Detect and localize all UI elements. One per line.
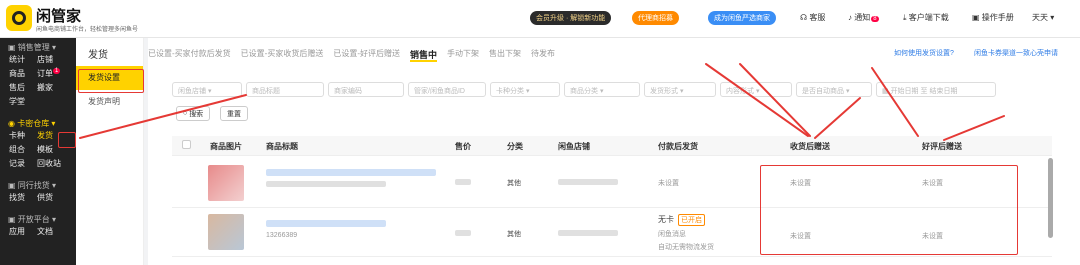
col-category: 分类	[507, 142, 523, 151]
col-title: 商品标题	[266, 142, 298, 151]
tab-pending[interactable]: 待发布	[531, 48, 555, 62]
orders-badge: 1	[53, 68, 61, 74]
filter-bar: 闲鱼店铺 ▾ 商品标题 商家编码 管家/闲鱼商品ID 卡种分类 ▾ 商品分类 ▾…	[172, 82, 996, 97]
sidebar-item-delivery[interactable]: 发货	[37, 130, 53, 140]
search-icon: ○	[183, 110, 188, 117]
app-subtitle: 闲鱼电商铺工作台，轻松管理多闲鱼号	[36, 27, 139, 33]
sidebar-item-goods[interactable]: 商品	[9, 68, 25, 78]
price-blurred	[455, 179, 471, 185]
book-icon: ▣	[972, 13, 982, 22]
table-header: 商品图片 商品标题 售价 分类 闲鱼店铺 付款后发货 收货后赠送 好评后赠送	[172, 136, 1052, 156]
annotation-box	[760, 165, 1018, 255]
sidebar-item-apps[interactable]: 应用	[9, 226, 25, 236]
shop-blurred	[558, 179, 618, 185]
reset-button[interactable]: 重置	[220, 106, 248, 121]
pay-msg: 闲鱼消息	[658, 231, 686, 238]
sidebar-section-open[interactable]: ▣ 开放平台 ▾	[0, 210, 76, 224]
id-input[interactable]: 管家/闲鱼商品ID	[408, 82, 486, 97]
select-all-checkbox[interactable]	[182, 140, 191, 149]
search-button[interactable]: ○ 搜索	[176, 106, 211, 121]
sidebar-item-supply[interactable]: 供货	[37, 192, 53, 202]
annotation-subnav-highlight	[78, 69, 144, 93]
sidebar-item-aftersale[interactable]: 售后	[9, 82, 25, 92]
sidebar-item-shop[interactable]: 店铺	[37, 54, 53, 64]
product-image	[208, 165, 244, 201]
product-title-suffix: 13266389	[266, 232, 298, 239]
download-link[interactable]: ⤓ 客户端下载	[903, 12, 949, 23]
notice-badge: 8	[871, 16, 879, 22]
agent-recruit-button[interactable]: 代理商招募	[632, 11, 679, 25]
calendar-icon: ▦	[882, 88, 891, 95]
user-menu[interactable]: 天天 ▾	[1032, 12, 1054, 23]
coupon-channel-link[interactable]: 闲鱼卡券渠道一致心壳申请	[974, 48, 1058, 58]
tab-receive-set[interactable]: 已设置-买家收货后赠送	[241, 48, 324, 62]
sidebar-section-card-repo[interactable]: ◉ 卡密仓库 ▾	[0, 114, 76, 128]
category-value: 其他	[507, 231, 521, 238]
sidebar-item-combo[interactable]: 组合	[9, 144, 25, 154]
sidebar-item-school[interactable]: 学堂	[9, 96, 25, 106]
annotation-sidebar-highlight	[58, 132, 76, 148]
sidebar-item-find[interactable]: 找货	[9, 192, 25, 202]
tab-manual-off[interactable]: 手动下架	[447, 48, 479, 62]
notice-link[interactable]: ♪ 通知 8	[848, 12, 879, 23]
manual-link[interactable]: ▣ 操作手册	[972, 12, 1014, 23]
delivery-type-select[interactable]: 发货形式 ▾	[644, 82, 716, 97]
sidebar-item-orders[interactable]: 订单 1	[37, 68, 61, 78]
sidebar-item-template[interactable]: 模板	[37, 144, 53, 154]
col-shop: 闲鱼店铺	[558, 142, 590, 151]
sidebar-item-records[interactable]: 记录	[9, 158, 25, 168]
product-title-blurred[interactable]	[266, 169, 436, 176]
sidebar-item-move[interactable]: 搬家	[37, 82, 53, 92]
tab-on-sale[interactable]: 销售中	[410, 48, 438, 62]
date-range[interactable]: ▦ 开始日期 至 结束日期	[876, 82, 996, 97]
pay-auto: 自动无需物流发货	[658, 244, 714, 251]
tab-sold-off[interactable]: 售出下架	[489, 48, 521, 62]
col-review-gift: 好评后赠送	[922, 142, 962, 151]
code-input[interactable]: 商家编码	[328, 82, 404, 97]
subnav-item-statement[interactable]: 发货声明	[76, 90, 143, 114]
shop-blurred	[558, 230, 618, 236]
product-title-line2	[266, 181, 386, 187]
sidebar: ▣ 销售管理 ▾ 统计 店铺 商品 订单 1 售后 搬家 学堂 ◉ 卡密仓库 ▾ 卡种 发…	[0, 38, 76, 265]
sidebar-item-card-type[interactable]: 卡种	[9, 130, 25, 140]
top-bar: 闲管家 闲鱼电商铺工作台，轻松管理多闲鱼号 会员升级 · 解锁新功能 代理商招募…	[0, 0, 1080, 38]
service-link[interactable]: ☊ 客服	[800, 12, 825, 23]
content-type-select[interactable]: 内容形式 ▾	[720, 82, 792, 97]
subnav-title: 发货	[88, 50, 108, 61]
pay-status-badge: 已开启	[678, 214, 705, 226]
sidebar-section-sales[interactable]: ▣ 销售管理 ▾	[0, 38, 76, 52]
pay-status[interactable]: 未设置	[658, 178, 679, 188]
sidebar-item-docs[interactable]: 文档	[37, 226, 53, 236]
headset-icon: ☊	[800, 13, 810, 22]
seller-apply-button[interactable]: 成为闲鱼严选商家	[708, 11, 776, 25]
logo-icon	[6, 5, 32, 31]
col-image: 商品图片	[210, 142, 242, 151]
title-input[interactable]: 商品标题	[246, 82, 324, 97]
category-value: 其他	[507, 180, 521, 187]
scrollbar[interactable]	[1048, 158, 1053, 238]
tab-bar: 已设置-买家付款后发货 已设置-买家收货后赠送 已设置-好评后赠送 销售中 手动…	[148, 48, 555, 62]
col-pay-delivery: 付款后发货	[658, 142, 698, 151]
product-image	[208, 214, 244, 250]
shop-select[interactable]: 闲鱼店铺 ▾	[172, 82, 242, 97]
goods-category-select[interactable]: 商品分类 ▾	[564, 82, 640, 97]
product-title-blurred[interactable]	[266, 220, 386, 227]
app-name: 闲管家	[36, 8, 82, 25]
auto-goods-select[interactable]: 是否自动商品 ▾	[796, 82, 872, 97]
vip-upgrade-button[interactable]: 会员升级 · 解锁新功能	[530, 11, 612, 25]
tab-review-set[interactable]: 已设置-好评后赠送	[333, 48, 400, 62]
tab-pay-set[interactable]: 已设置-买家付款后发货	[148, 48, 231, 62]
help-link[interactable]: 如何使用发货设置?	[894, 48, 954, 58]
price-blurred	[455, 230, 471, 236]
sidebar-section-peer[interactable]: ▣ 同行找货 ▾	[0, 176, 76, 190]
col-receive-gift: 收货后赠送	[790, 142, 830, 151]
sidebar-item-recycle[interactable]: 回收站	[37, 158, 61, 168]
pay-card-type: 无卡	[658, 215, 674, 224]
col-price: 售价	[455, 142, 471, 151]
card-type-select[interactable]: 卡种分类 ▾	[490, 82, 560, 97]
sidebar-item-stats[interactable]: 统计	[9, 54, 25, 64]
